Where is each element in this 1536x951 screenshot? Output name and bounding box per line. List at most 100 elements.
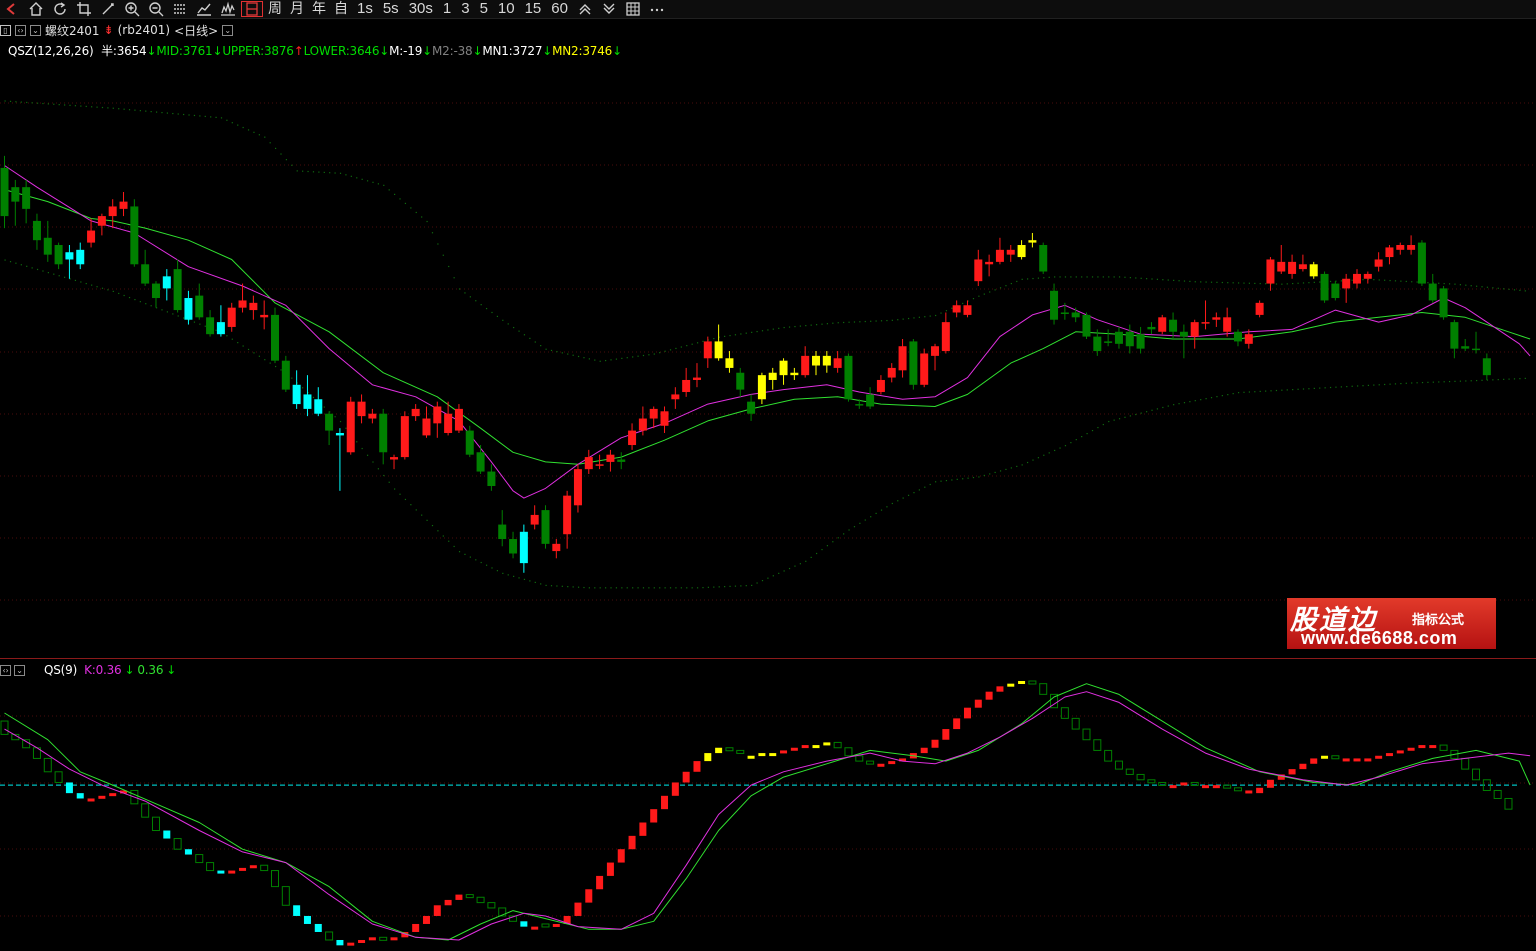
upper-band-dot [951,307,953,309]
upper-band-dot [1205,281,1207,283]
sub-arrows-icon[interactable]: ‹› [0,664,11,676]
interval-1[interactable]: 1 [438,0,456,18]
candle-body [1320,273,1329,301]
back-arrow-icon[interactable] [0,0,24,18]
double-up-chevron-icon[interactable] [573,0,597,18]
zoom-in-icon[interactable] [120,0,144,18]
lower-band-dot [404,498,407,501]
candle-body [812,355,820,366]
upper-band-dot [897,319,899,321]
lower-band-dot [875,512,877,515]
multi-chart-icon[interactable] [216,0,240,18]
upper-band-dot [1081,276,1083,278]
qs-indicator-legend: ‹› ⌄ QS(9) K:0.36 ↓ 0.36 ↓ [0,663,176,677]
qs-bar [812,745,820,749]
upper-band-dot [161,111,163,114]
qs-bar [465,894,474,899]
candle-body [801,355,810,376]
qsz-legend-arrow: ↓ [146,44,157,58]
zoom-out-icon[interactable] [144,0,168,18]
period-year[interactable]: 年 [308,0,330,18]
candle-body [1255,302,1264,315]
upper-band-dot [540,345,542,347]
trend-chart-icon[interactable] [192,0,216,18]
qs-bar [531,926,539,930]
interval-30s[interactable]: 30s [404,0,438,18]
sub-dropdown-icon[interactable]: ⌄ [14,664,25,676]
lower-band-dot [859,522,861,524]
upper-band-dot [626,357,628,359]
list-icon[interactable] [168,0,192,18]
window-toggle-icon[interactable]: ▯ [0,24,11,36]
arrows-expand-icon[interactable]: ‹› [15,24,26,36]
qs-d-line [4,683,1531,941]
candle-body [671,394,680,400]
lower-band-dot [134,298,136,301]
lower-band-dot [642,587,645,589]
refresh-icon[interactable] [48,0,72,18]
qs-bar [347,942,355,946]
candle-body [249,302,258,311]
lower-band-dot [664,587,666,589]
qs-bar [617,849,625,863]
qs-bar [715,747,723,754]
pane-divider[interactable] [0,658,1536,659]
candle-body [1136,334,1145,349]
crop-icon[interactable] [72,0,96,18]
lower-band-dot [242,345,244,347]
upper-band-dot [437,243,439,245]
draw-line-icon[interactable] [96,0,120,18]
candle-body [65,252,74,260]
candle-body [400,416,409,458]
home-icon[interactable] [24,0,48,18]
lower-band-dot [864,519,866,521]
interval-5[interactable]: 5 [475,0,493,18]
candle-body [97,216,106,226]
upper-band-dot [962,302,964,305]
qs-subchart[interactable] [0,676,1536,951]
candle-body [768,372,777,380]
lower-band-dot [183,317,185,319]
interval-5s[interactable]: 5s [378,0,404,18]
period-day-icon[interactable] [240,0,264,18]
candle-body [1050,290,1059,320]
lower-band-dot [469,556,471,558]
interval-60[interactable]: 60 [546,0,573,18]
candle-body [617,459,626,462]
lower-band-dot [91,284,93,286]
upper-band-dot [1486,286,1489,288]
upper-band-dot [85,105,87,108]
lower-band-dot [1270,390,1272,392]
lower-band-dot [1389,383,1391,385]
candle-body [876,379,885,393]
lower-band-dot [1151,409,1153,411]
qs-bar [1385,753,1393,757]
candle-body [1114,331,1123,344]
period-custom[interactable]: 自 [330,0,352,18]
upper-band-dot [1048,276,1050,278]
interval-3[interactable]: 3 [456,0,474,18]
interval-1s[interactable]: 1s [352,0,378,18]
double-down-chevron-icon[interactable] [597,0,621,18]
qs-bar [1396,750,1404,754]
grid-table-icon[interactable] [621,0,645,18]
interval-15[interactable]: 15 [520,0,547,18]
dropdown-chevron-icon[interactable]: ⌄ [30,24,41,36]
more-icon[interactable] [645,0,669,18]
upper-band-dot [188,114,190,116]
lower-band-dot [53,273,55,275]
lower-band-dot [577,586,580,588]
lower-band-dot [139,301,141,303]
upper-band-dot [745,332,747,334]
lower-band-dot [837,537,839,539]
qsz-legend-value: UPPER:3876 [222,44,294,58]
period-week[interactable]: 周 [264,0,286,18]
lower-band-dot [123,294,125,297]
period-month[interactable]: 月 [286,0,308,18]
price-chart[interactable] [0,60,1536,658]
upper-band-dot [556,351,558,353]
lower-band-dot [1156,408,1159,410]
interval-10[interactable]: 10 [493,0,520,18]
period-dropdown-icon[interactable]: ⌄ [222,24,234,36]
candle-body [487,471,496,487]
